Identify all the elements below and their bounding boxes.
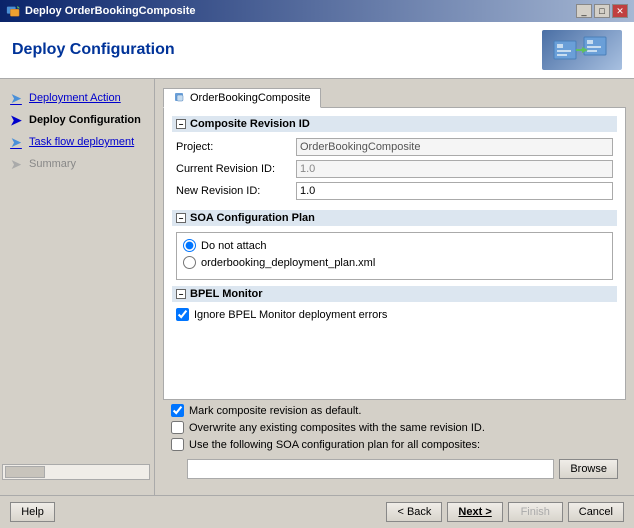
check-soa-plan[interactable]: Use the following SOA configuration plan… <box>171 438 618 451</box>
browse-button[interactable]: Browse <box>559 459 618 479</box>
bottom-input-row: Browse <box>163 459 626 483</box>
title-bar: Deploy OrderBookingComposite _ □ ✕ <box>0 0 634 22</box>
bpel-monitor-label: Ignore BPEL Monitor deployment errors <box>194 309 387 321</box>
collapse-composite-revision[interactable]: − <box>176 119 186 129</box>
check-mark-default-label: Mark composite revision as default. <box>189 405 361 417</box>
maximize-button[interactable]: □ <box>594 4 610 18</box>
nav-label-deploy-configuration: Deploy Configuration <box>29 114 141 126</box>
radio-do-not-attach-input[interactable] <box>183 239 196 252</box>
section-soa-config: − SOA Configuration Plan <box>172 210 617 226</box>
tab-icon <box>174 92 186 104</box>
current-revision-input[interactable] <box>296 160 613 178</box>
soa-plan-input[interactable] <box>187 459 554 479</box>
radio-deployment-plan[interactable]: orderbooking_deployment_plan.xml <box>183 256 606 269</box>
nav-scrollbar[interactable] <box>2 464 150 480</box>
left-nav: ➤ Deployment Action ➤ Deploy Configurati… <box>0 79 155 495</box>
check-overwrite-input[interactable] <box>171 421 184 434</box>
bottom-checks: Mark composite revision as default. Over… <box>163 400 626 459</box>
check-soa-plan-label: Use the following SOA configuration plan… <box>189 439 480 451</box>
deploy-graphic <box>552 33 612 68</box>
tab-orderbooking[interactable]: OrderBookingComposite <box>163 88 321 108</box>
project-label: Project: <box>176 141 296 153</box>
close-button[interactable]: ✕ <box>612 4 628 18</box>
footer: Help < Back Next > Finish Cancel <box>0 495 634 528</box>
radio-deployment-plan-label: orderbooking_deployment_plan.xml <box>201 257 375 269</box>
section-bpel-monitor-label: BPEL Monitor <box>190 288 263 300</box>
nav-icon-task-flow: ➤ <box>8 134 24 150</box>
radio-do-not-attach[interactable]: Do not attach <box>183 239 606 252</box>
tab-label: OrderBookingComposite <box>190 92 310 104</box>
footer-left: Help <box>10 502 55 522</box>
check-overwrite-label: Overwrite any existing composites with t… <box>189 422 485 434</box>
current-revision-label: Current Revision ID: <box>176 163 296 175</box>
nav-icon-deploy-configuration: ➤ <box>8 112 24 128</box>
nav-item-summary: ➤ Summary <box>0 153 154 175</box>
content-area: ➤ Deployment Action ➤ Deploy Configurati… <box>0 79 634 495</box>
footer-right: < Back Next > Finish Cancel <box>386 502 624 522</box>
project-input[interactable] <box>296 138 613 156</box>
nav-icon-deployment-action: ➤ <box>8 90 24 106</box>
check-mark-default[interactable]: Mark composite revision as default. <box>171 404 618 417</box>
new-revision-row: New Revision ID: <box>172 182 617 200</box>
nav-item-task-flow[interactable]: ➤ Task flow deployment <box>0 131 154 153</box>
window-controls: _ □ ✕ <box>576 4 628 18</box>
new-revision-input[interactable] <box>296 182 613 200</box>
check-overwrite[interactable]: Overwrite any existing composites with t… <box>171 421 618 434</box>
page-title: Deploy Configuration <box>12 41 175 59</box>
window-body: Deploy Configuration ➤ Deployment A <box>0 22 634 528</box>
radio-do-not-attach-label: Do not attach <box>201 240 266 252</box>
header-area: Deploy Configuration <box>0 22 634 79</box>
header-icon <box>542 30 622 70</box>
section-soa-config-label: SOA Configuration Plan <box>190 212 315 224</box>
project-row: Project: <box>172 138 617 156</box>
cancel-button[interactable]: Cancel <box>568 502 624 522</box>
help-button[interactable]: Help <box>10 502 55 522</box>
tab-bar: OrderBookingComposite <box>163 87 626 108</box>
current-revision-row: Current Revision ID: <box>172 160 617 178</box>
soa-config-box: Do not attach orderbooking_deployment_pl… <box>176 232 613 280</box>
minimize-button[interactable]: _ <box>576 4 592 18</box>
bpel-monitor-checkbox[interactable] <box>176 308 189 321</box>
right-panel: OrderBookingComposite − Composite Revisi… <box>155 79 634 495</box>
check-soa-plan-input[interactable] <box>171 438 184 451</box>
nav-label-deployment-action: Deployment Action <box>29 92 121 104</box>
back-button[interactable]: < Back <box>386 502 442 522</box>
nav-scrollbar-thumb[interactable] <box>5 466 45 478</box>
finish-button[interactable]: Finish <box>508 502 563 522</box>
nav-icon-summary: ➤ <box>8 156 24 172</box>
nav-label-summary: Summary <box>29 158 76 170</box>
panel-content[interactable]: − Composite Revision ID Project: Current… <box>163 108 626 400</box>
collapse-bpel-monitor[interactable]: − <box>176 289 186 299</box>
collapse-soa-config[interactable]: − <box>176 213 186 223</box>
window-icon <box>6 4 20 18</box>
section-composite-revision-label: Composite Revision ID <box>190 118 310 130</box>
next-button[interactable]: Next > <box>447 502 502 522</box>
new-revision-label: New Revision ID: <box>176 185 296 197</box>
check-mark-default-input[interactable] <box>171 404 184 417</box>
radio-deployment-plan-input[interactable] <box>183 256 196 269</box>
nav-item-deploy-configuration: ➤ Deploy Configuration <box>0 109 154 131</box>
window-title: Deploy OrderBookingComposite <box>25 5 196 17</box>
section-composite-revision: − Composite Revision ID <box>172 116 617 132</box>
nav-item-deployment-action[interactable]: ➤ Deployment Action <box>0 87 154 109</box>
section-bpel-monitor: − BPEL Monitor <box>172 286 617 302</box>
bpel-monitor-checkbox-row[interactable]: Ignore BPEL Monitor deployment errors <box>176 308 613 321</box>
nav-label-task-flow: Task flow deployment <box>29 136 134 148</box>
